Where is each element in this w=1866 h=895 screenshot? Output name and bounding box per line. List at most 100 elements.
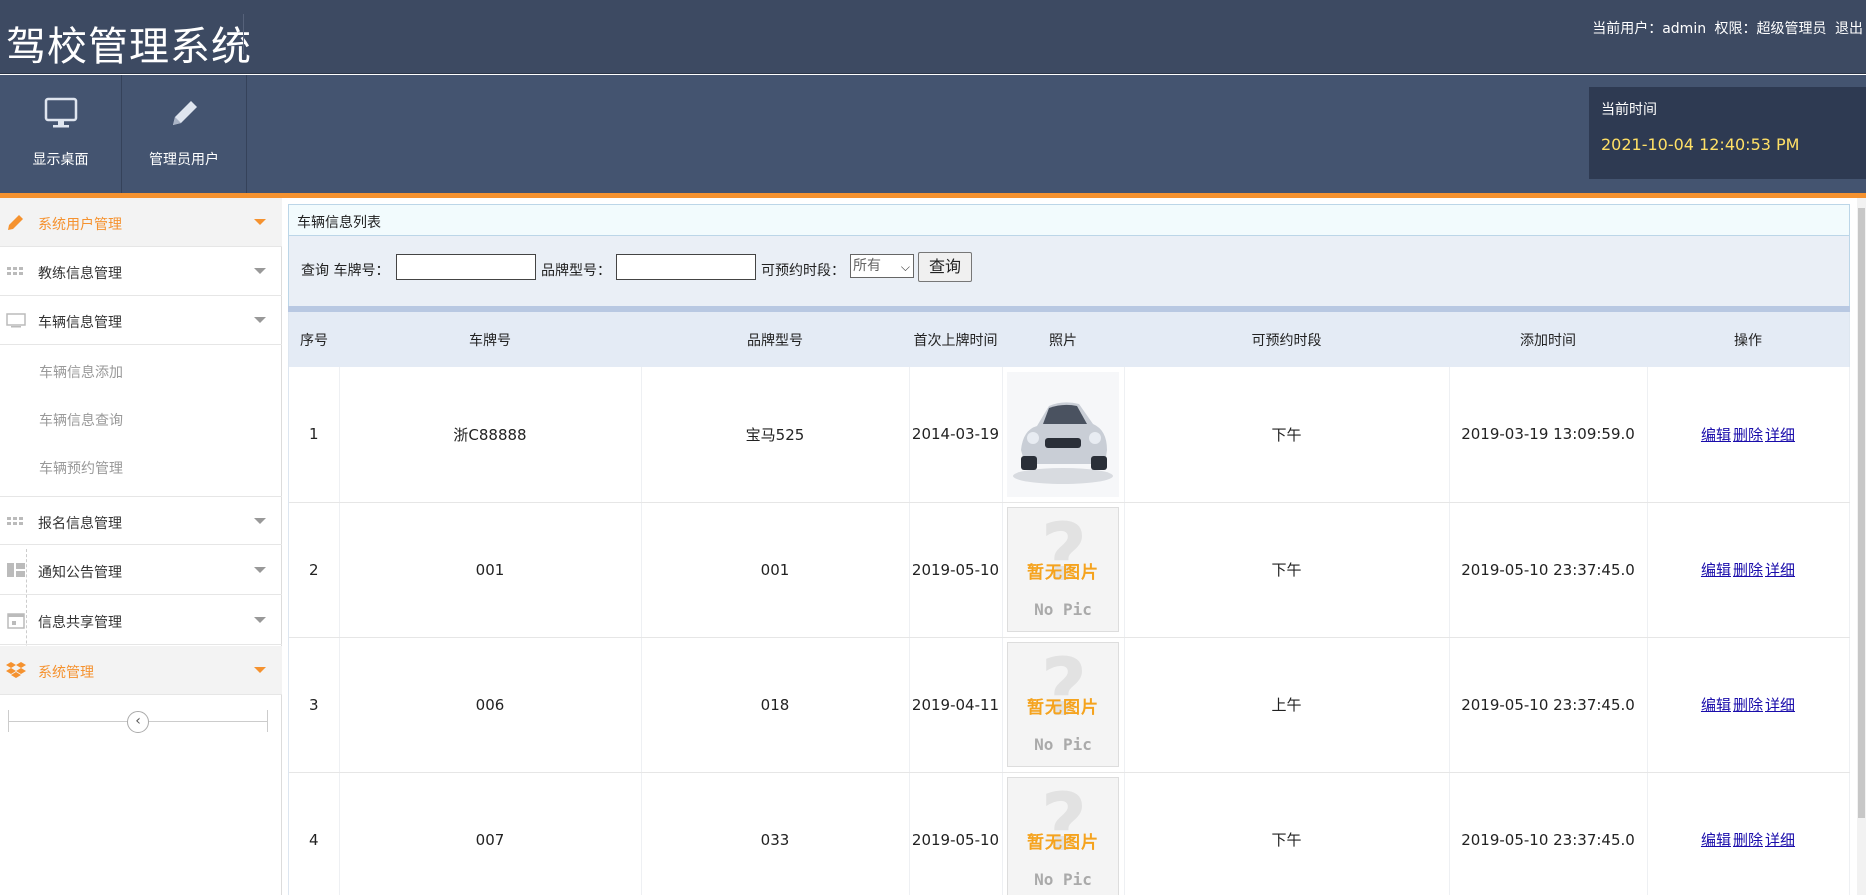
- chevron-down-icon: [254, 617, 266, 623]
- cell-period: 下午: [1124, 772, 1450, 895]
- no-picture-en: No Pic: [1034, 600, 1092, 619]
- cell-photo: [1002, 367, 1125, 503]
- detail-link[interactable]: 详细: [1765, 426, 1795, 444]
- column-header: 首次上牌时间: [909, 312, 1002, 367]
- sidebar-item-label: 车辆信息管理: [38, 315, 122, 331]
- title-divider: [243, 14, 244, 54]
- no-picture-en: No Pic: [1034, 870, 1092, 889]
- delete-link[interactable]: 删除: [1733, 561, 1763, 579]
- chevron-down-icon: [254, 219, 266, 225]
- column-header: 品牌型号: [641, 312, 909, 367]
- table-row: 3 006 018 2019-04-11 ? 暂无图片 No Pic 上午 20…: [289, 637, 1850, 773]
- delete-link[interactable]: 删除: [1733, 831, 1763, 849]
- app-title: 驾校管理系统: [6, 24, 252, 70]
- grid-icon: [6, 262, 26, 280]
- table-header-row: 序号 车牌号 品牌型号 首次上牌时间 照片 可预约时段 添加时间 操作: [289, 312, 1849, 367]
- cell-brand: 018: [641, 637, 910, 773]
- brand-search-label: 品牌型号：: [541, 263, 611, 279]
- sidebar-item-label: 系统管理: [38, 665, 94, 681]
- cell-period: 下午: [1124, 502, 1450, 638]
- detail-link[interactable]: 详细: [1765, 696, 1795, 714]
- detail-link[interactable]: 详细: [1765, 561, 1795, 579]
- detail-link[interactable]: 详细: [1765, 831, 1795, 849]
- top-header: 驾校管理系统 当前用户：admin 权限：超级管理员 退出: [0, 0, 1866, 74]
- monitor-icon: [44, 97, 78, 133]
- sidebar-item-label: 系统用户管理: [38, 217, 122, 233]
- sidebar-item-label: 教练信息管理: [38, 266, 122, 282]
- edit-link[interactable]: 编辑: [1701, 831, 1731, 849]
- cell-added: 2019-05-10 23:37:45.0: [1449, 502, 1648, 638]
- no-picture-cn: 暂无图片: [1027, 563, 1099, 583]
- cell-period: 上午: [1124, 637, 1450, 773]
- brand-search-input[interactable]: [616, 254, 756, 280]
- page-scrollbar[interactable]: [1857, 198, 1866, 895]
- svg-text:?: ?: [1041, 778, 1087, 869]
- submenu-vehicle-query[interactable]: 车辆信息查询: [26, 395, 276, 443]
- submenu-vehicle-add[interactable]: 车辆信息添加: [26, 347, 276, 395]
- svg-text:?: ?: [1041, 508, 1087, 599]
- collapse-sidebar-button[interactable]: ‹: [127, 711, 149, 733]
- vehicle-table-wrap: 序号 车牌号 品牌型号 首次上牌时间 照片 可预约时段 添加时间 操作 1 浙C…: [288, 312, 1850, 895]
- period-select[interactable]: 所有 ⌵: [850, 254, 914, 278]
- delete-link[interactable]: 删除: [1733, 426, 1763, 444]
- no-picture-placeholder: ? 暂无图片 No Pic: [1007, 777, 1119, 895]
- cell-no: 3: [289, 637, 340, 773]
- no-picture-placeholder: ? 暂无图片 No Pic: [1007, 507, 1119, 632]
- logout-link[interactable]: 退出: [1835, 21, 1863, 37]
- user-info: 当前用户：admin 权限：超级管理员 退出: [1588, 18, 1863, 38]
- cell-added: 2019-03-19 13:09:59.0: [1449, 367, 1648, 503]
- plate-search-input[interactable]: [396, 254, 536, 280]
- sidebar-item-system[interactable]: 系统管理: [0, 646, 282, 695]
- panel-title: 车辆信息列表: [297, 215, 381, 231]
- period-select-value: 所有: [853, 258, 881, 274]
- delete-link[interactable]: 删除: [1733, 696, 1763, 714]
- edit-link[interactable]: 编辑: [1701, 426, 1731, 444]
- vehicle-table: 序号 车牌号 品牌型号 首次上牌时间 照片 可预约时段 添加时间 操作 1 浙C…: [289, 312, 1850, 895]
- cell-no: 4: [289, 772, 340, 895]
- sidebar-item-enroll[interactable]: 报名信息管理: [0, 496, 282, 545]
- cell-plate: 001: [339, 502, 642, 638]
- cell-photo: ? 暂无图片 No Pic: [1002, 502, 1125, 638]
- nav-label: 显示桌面: [32, 152, 89, 168]
- scrollbar-thumb[interactable]: [1858, 208, 1865, 818]
- cell-no: 2: [289, 502, 340, 638]
- submenu-label: 车辆信息添加: [39, 365, 123, 381]
- edit-link[interactable]: 编辑: [1701, 561, 1731, 579]
- monitor-icon: [6, 311, 26, 329]
- search-bar: 查询 车牌号： 品牌型号： 可预约时段： 所有 ⌵ 查询: [288, 236, 1850, 306]
- current-user-label: 当前用户：admin: [1592, 21, 1707, 37]
- no-picture-cn: 暂无图片: [1027, 833, 1099, 853]
- cell-plate: 浙C88888: [339, 367, 642, 503]
- submenu-label: 车辆信息查询: [39, 413, 123, 429]
- layout-icon: [6, 561, 26, 579]
- table-row: 1 浙C88888 宝马525 2014-03-19 下午 2019-03-19…: [289, 367, 1850, 503]
- dropbox-icon: [6, 661, 26, 679]
- panel-header: 车辆信息列表: [288, 204, 1850, 236]
- no-picture-en: No Pic: [1034, 735, 1092, 754]
- admin-user-button[interactable]: 管理员用户: [122, 75, 247, 193]
- sidebar-item-label: 信息共享管理: [38, 615, 122, 631]
- pencil-icon: [167, 97, 201, 133]
- nav-label: 管理员用户: [149, 152, 219, 168]
- show-desktop-button[interactable]: 显示桌面: [0, 75, 122, 193]
- cell-photo: ? 暂无图片 No Pic: [1002, 637, 1125, 773]
- sidebar-item-notice[interactable]: 通知公告管理: [0, 546, 282, 595]
- sidebar-item-vehicle[interactable]: 车辆信息管理: [0, 296, 282, 345]
- edit-link[interactable]: 编辑: [1701, 696, 1731, 714]
- collapse-divider-end: [267, 710, 268, 732]
- sidebar-item-share[interactable]: 信息共享管理: [0, 596, 282, 645]
- column-header: 可预约时段: [1124, 312, 1449, 367]
- search-button[interactable]: 查询: [918, 252, 972, 282]
- sidebar-item-system-users[interactable]: 系统用户管理: [0, 198, 282, 247]
- cell-no: 1: [289, 367, 340, 503]
- svg-text:?: ?: [1041, 643, 1087, 734]
- pencil-icon: [6, 213, 26, 231]
- no-picture-placeholder: ? 暂无图片 No Pic: [1007, 642, 1119, 767]
- cell-actions: 编辑 删除 详细: [1647, 772, 1850, 895]
- table-row: 2 001 001 2019-05-10 ? 暂无图片 No Pic 下午 20…: [289, 502, 1850, 638]
- sidebar-item-label: 通知公告管理: [38, 565, 122, 581]
- cell-first-date: 2019-05-10: [909, 502, 1003, 638]
- sidebar-item-coach[interactable]: 教练信息管理: [0, 247, 282, 296]
- submenu-vehicle-booking[interactable]: 车辆预约管理: [26, 443, 276, 491]
- chevron-down-icon: [254, 268, 266, 274]
